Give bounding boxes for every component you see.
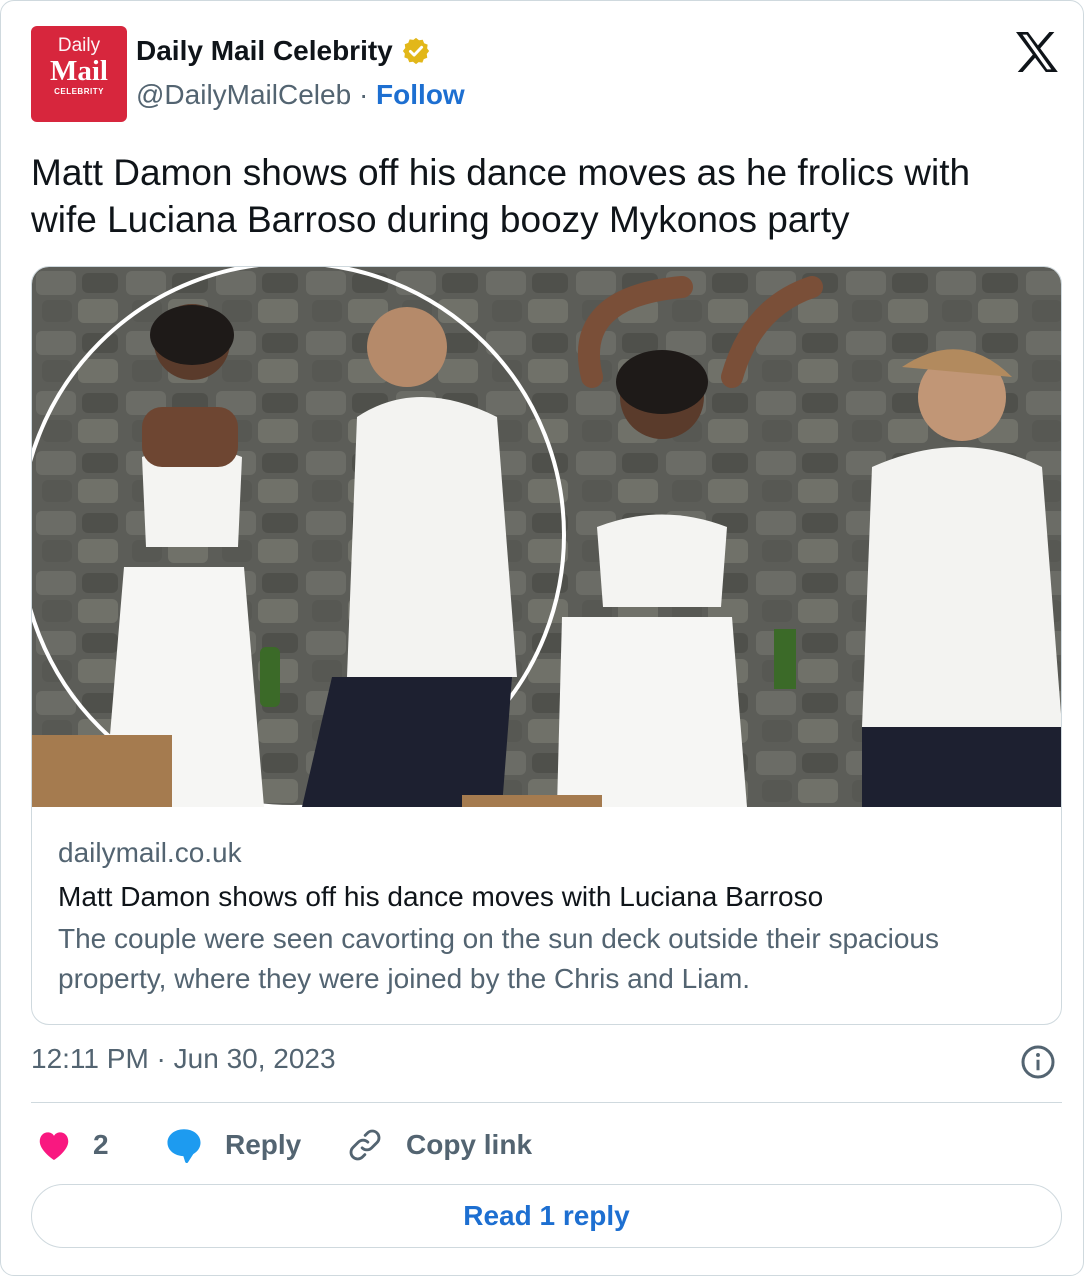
reply-label: Reply <box>225 1129 302 1160</box>
author-handle[interactable]: @DailyMailCeleb <box>136 79 351 110</box>
link-description: The couple were seen cavorting on the su… <box>58 923 939 994</box>
author-name[interactable]: Daily Mail Celebrity <box>136 35 393 67</box>
x-logo-icon[interactable] <box>1014 31 1060 73</box>
avatar-line3: CELEBRITY <box>54 87 104 96</box>
follow-button[interactable]: Follow <box>376 79 465 110</box>
link-card-meta: dailymail.co.uk Matt Damon shows off his… <box>58 835 1048 999</box>
tweet-text: Matt Damon shows off his dance moves as … <box>31 149 1051 243</box>
link-title[interactable]: Matt Damon shows off his dance moves wit… <box>58 879 1048 915</box>
avatar[interactable]: Daily Mail CELEBRITY <box>31 26 127 122</box>
author-name-row[interactable]: Daily Mail Celebrity <box>136 35 431 67</box>
tweet-text-line1: Matt Damon shows off his dance moves as … <box>31 152 971 193</box>
reply-bubble-icon <box>167 1129 201 1164</box>
tweet-text-line2: wife Luciana Barroso during boozy Mykono… <box>31 199 850 240</box>
copy-link-button[interactable]: Copy link <box>346 1121 532 1169</box>
like-button[interactable]: 2 <box>36 1121 109 1169</box>
verified-badge-icon <box>402 37 429 65</box>
avatar-line2: Mail <box>50 55 108 87</box>
copy-link-label: Copy link <box>406 1129 533 1160</box>
read-replies-button[interactable]: Read 1 reply <box>31 1184 1062 1248</box>
link-icon <box>349 1129 381 1161</box>
like-count: 2 <box>93 1129 109 1160</box>
link-domain: dailymail.co.uk <box>58 837 242 868</box>
tweet-embed-card: Daily Mail CELEBRITY Daily Mail Celebrit… <box>0 0 1084 1276</box>
divider <box>31 1102 1062 1103</box>
article-photo[interactable] <box>32 267 1062 807</box>
heart-icon <box>39 1132 69 1160</box>
handle-separator: · <box>358 79 369 110</box>
reply-button[interactable]: Reply <box>164 1121 301 1169</box>
info-icon[interactable] <box>1020 1044 1056 1080</box>
link-preview-card[interactable]: dailymail.co.uk Matt Damon shows off his… <box>31 266 1062 1025</box>
handle-row: @DailyMailCeleb · Follow <box>136 79 465 111</box>
avatar-line1: Daily <box>57 35 101 56</box>
tweet-timestamp[interactable]: 12:11 PM · Jun 30, 2023 <box>31 1043 336 1075</box>
